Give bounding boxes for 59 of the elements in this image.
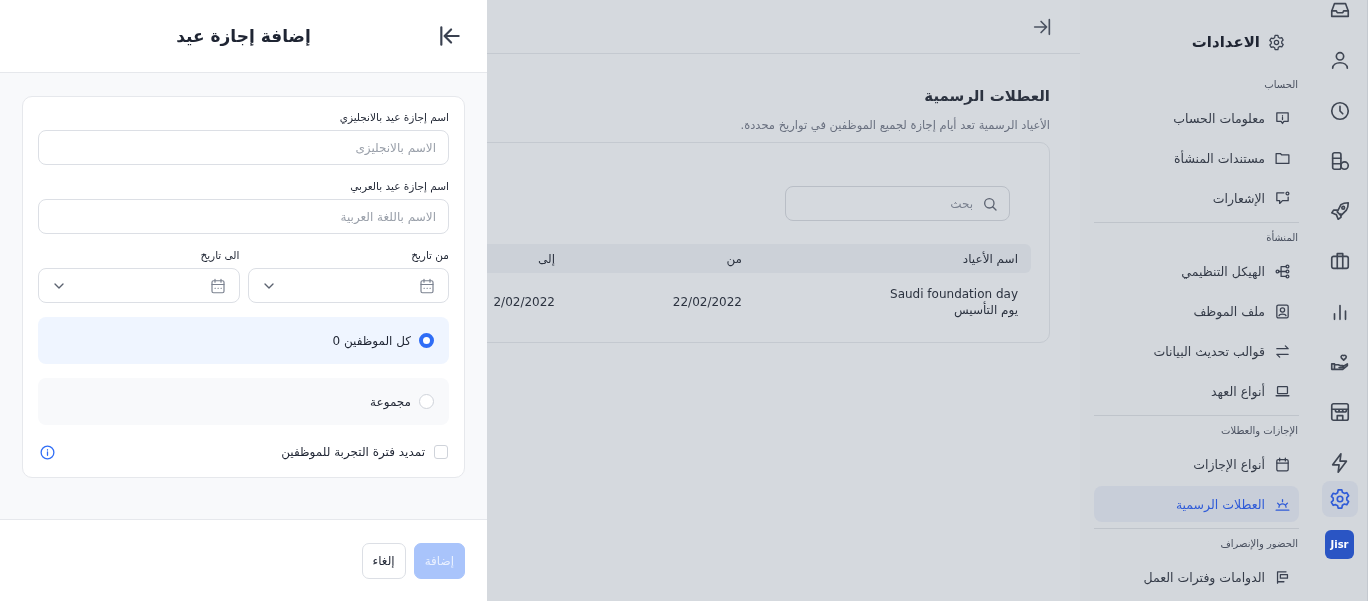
rail-button[interactable]	[1321, 480, 1358, 517]
field-label: الى تاريخ	[199, 249, 240, 261]
sidebar-item[interactable]: الهيكل التنظيمي	[1094, 253, 1299, 289]
sidebar-item[interactable]: الإشعارات	[1094, 180, 1299, 216]
panel-title: إضافة إجازة عيد	[175, 26, 312, 46]
search-icon	[982, 196, 998, 212]
field-label: اسم إجازة عيد بالانجليزي	[338, 111, 449, 123]
field-label: اسم إجازة عيد بالعربي	[349, 180, 449, 192]
column-header: إلى	[537, 251, 555, 266]
page-description: الأعياد الرسمية تعد أيام إجازة لجميع الموظفين في تواريخ محددة.	[739, 118, 1050, 132]
field-label: من تاريخ	[410, 249, 449, 261]
rocket-icon	[1328, 200, 1351, 223]
section-heading: الحضور والإنصراف	[1219, 537, 1299, 551]
chat-bubble-icon	[1274, 189, 1291, 207]
store-icon	[1328, 401, 1351, 424]
info-icon	[39, 443, 56, 461]
swap-arrows-icon	[1274, 342, 1291, 360]
table-cell-text: يوم التأسيس	[952, 302, 1018, 318]
sidebar-item[interactable]: العطلات الرسمية	[1094, 486, 1299, 522]
sidebar-item[interactable]: أنواع العهد	[1094, 373, 1299, 409]
table-cell-text: 2/02/2022	[492, 294, 555, 310]
text-field[interactable]: الاسم بالانجليزى	[38, 130, 449, 165]
checkbox-label: تمديد فترة التجربة للموظفين	[281, 445, 425, 459]
settings-icon	[1328, 487, 1351, 510]
search-field[interactable]: بحث	[785, 186, 1010, 221]
table-cell-text: 22/02/2022	[671, 294, 742, 310]
sidebar-item[interactable]: أنواع الإجازات	[1094, 446, 1299, 482]
radio-option[interactable]: كل الموظفين 0	[38, 317, 449, 364]
sidebar-item[interactable]: ملف الموظف	[1094, 293, 1299, 329]
sidebar-item[interactable]: الدوامات وفترات العمل	[1094, 559, 1299, 595]
table-cell-text: Saudi foundation day	[889, 286, 1018, 301]
clock-icon	[1328, 99, 1351, 122]
collapse-arrow-icon	[437, 23, 463, 49]
sidebar-item[interactable]: مستندات المنشأة	[1094, 140, 1299, 176]
checkbox[interactable]	[434, 445, 448, 459]
sidebar-item[interactable]: معلومات الحساب	[1094, 100, 1299, 136]
option-label: كل الموظفين 0	[332, 333, 411, 348]
page-title: العطلات الرسمية	[923, 86, 1050, 106]
calendar-icon	[208, 276, 227, 295]
gantt-chart-icon	[1274, 568, 1291, 586]
section-heading: الإجازات والعطلات	[1220, 424, 1299, 438]
settings-icon	[1268, 33, 1285, 51]
calendar-icon	[418, 276, 436, 295]
text-field[interactable]: الاسم باللغة العربية	[38, 199, 449, 234]
column-header: اسم الأعياد	[961, 251, 1018, 266]
option-label: مجموعة	[370, 394, 411, 409]
info-bubble-icon	[1274, 109, 1291, 127]
sidebar-item[interactable]: قوالب تحديث البيانات	[1094, 333, 1299, 369]
section-heading: المنشأة	[1265, 231, 1299, 245]
sidebar-title: الاعدادات	[1191, 33, 1260, 51]
app-logo[interactable]: Jisr	[1325, 530, 1354, 560]
cancel-button[interactable]: إلغاء	[361, 542, 406, 579]
column-header: من	[725, 251, 742, 266]
radio-button[interactable]	[419, 333, 434, 348]
profile-card-icon	[1274, 302, 1291, 320]
radio-option[interactable]: مجموعة	[38, 378, 449, 425]
calendar-icon	[1274, 455, 1291, 473]
section-heading: الحساب	[1263, 78, 1299, 92]
hierarchy-icon	[1274, 262, 1291, 280]
